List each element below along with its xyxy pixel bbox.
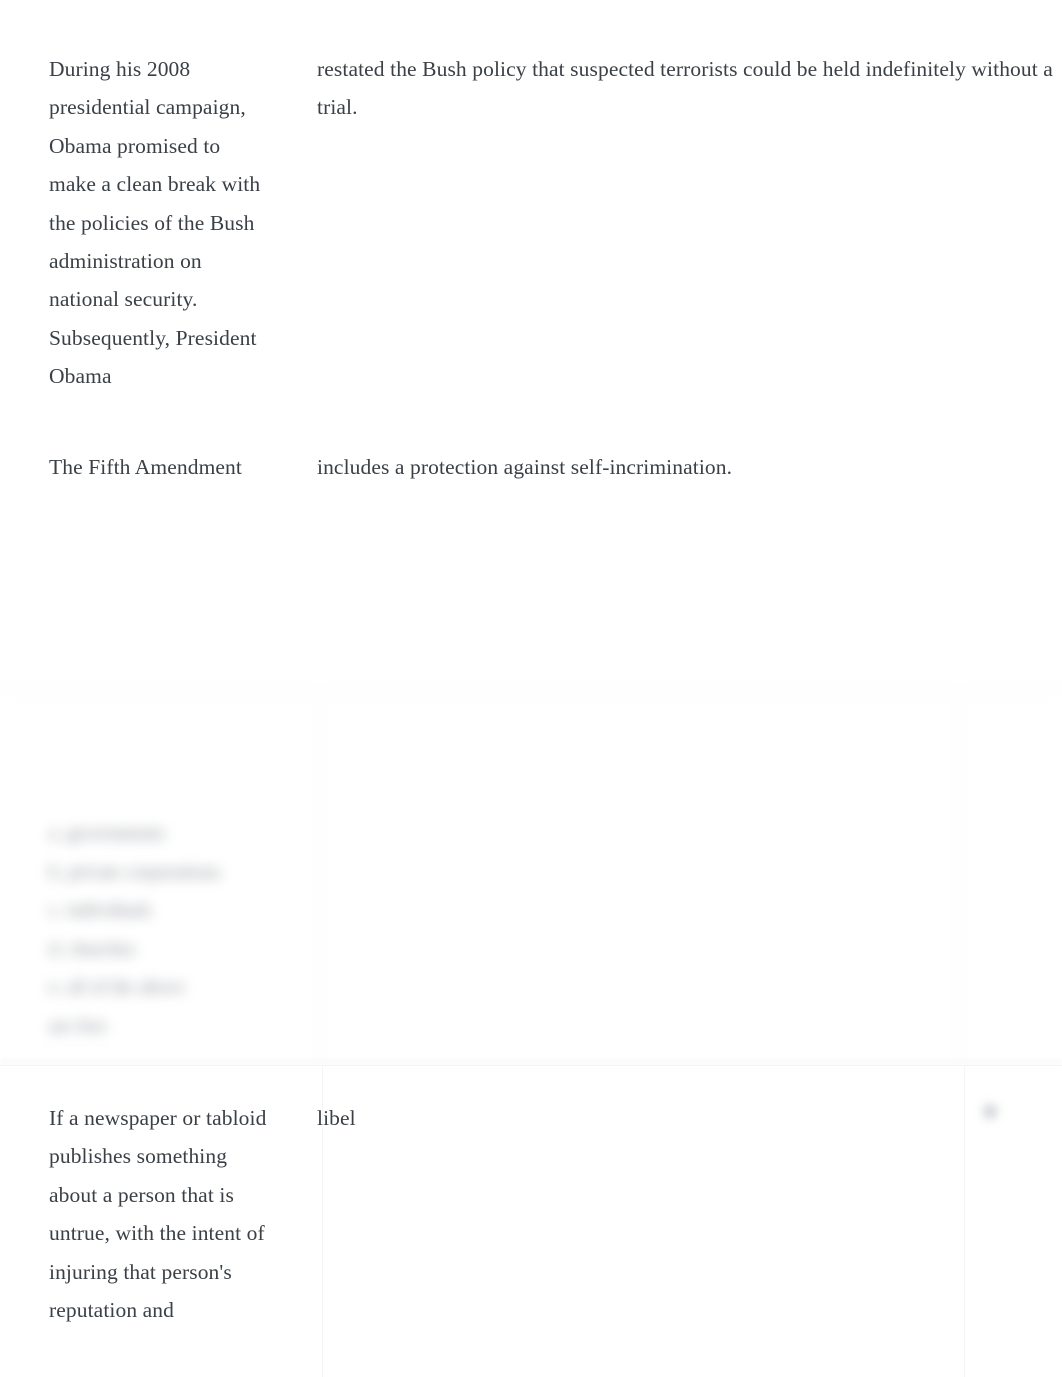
- flashcard-definition: restated the Bush policy that suspected …: [317, 57, 1053, 120]
- list-item[interactable]: c. individuals: [49, 892, 299, 931]
- star-icon[interactable]: [978, 1099, 1002, 1123]
- list-item[interactable]: d. churches: [49, 931, 299, 970]
- list-item[interactable]: a. governments: [49, 815, 299, 854]
- flashcard-inner: The Fifth Amendment includes a protectio…: [0, 448, 1062, 486]
- obscured-choice-list: a. governments b. private corporations c…: [49, 815, 299, 1047]
- list-item[interactable]: b. private corporations: [49, 854, 299, 893]
- flashcard-term-column: The Fifth Amendment: [0, 448, 272, 486]
- card-divider: [320, 689, 321, 1061]
- card-divider: [958, 689, 959, 1061]
- flashcard-term: If a newspaper or tabloid publishes some…: [49, 1106, 267, 1323]
- obscured-card-body: a. governments b. private corporations c…: [0, 688, 1062, 1061]
- flashcard-body: If a newspaper or tabloid publishes some…: [0, 1065, 1062, 1377]
- flashcard-term: During his 2008 presidential campaign, O…: [49, 57, 261, 389]
- flashcard-definition-column: restated the Bush policy that suspected …: [272, 50, 1062, 127]
- list-item[interactable]: e. all of the above: [49, 969, 299, 1008]
- flashcard-term-column: If a newspaper or tabloid publishes some…: [0, 1099, 272, 1329]
- flashcard-row[interactable]: If a newspaper or tabloid publishes some…: [0, 1065, 1062, 1377]
- flashcard-inner: If a newspaper or tabloid publishes some…: [0, 1099, 1062, 1329]
- list-item[interactable]: are free: [49, 1008, 299, 1047]
- flashcard-definition-column: includes a protection against self-incri…: [272, 448, 1062, 486]
- flashcard-page: During his 2008 presidential campaign, O…: [0, 0, 1062, 1377]
- flashcard-inner: During his 2008 presidential campaign, O…: [0, 50, 1062, 396]
- flashcard-definition: libel: [317, 1106, 356, 1130]
- obscured-flashcard-row[interactable]: a. governments b. private corporations c…: [0, 688, 1062, 1061]
- flashcard-term-column: During his 2008 presidential campaign, O…: [0, 50, 272, 396]
- flashcard-row[interactable]: During his 2008 presidential campaign, O…: [0, 50, 1062, 396]
- flashcard-definition-column: libel: [272, 1099, 1062, 1329]
- flashcard-definition: includes a protection against self-incri…: [317, 455, 733, 479]
- flashcard-row[interactable]: The Fifth Amendment includes a protectio…: [0, 448, 1062, 487]
- flashcard-term: The Fifth Amendment: [49, 455, 242, 479]
